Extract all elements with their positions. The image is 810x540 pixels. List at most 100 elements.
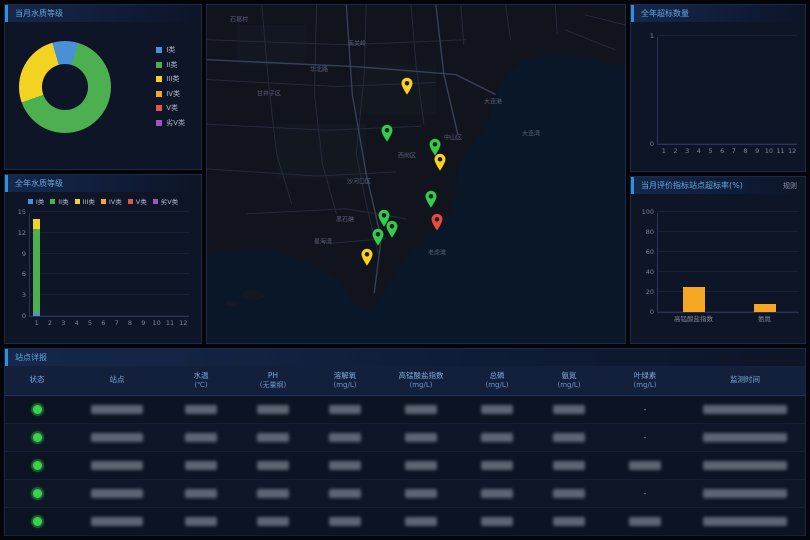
y-axis-tick: 9 xyxy=(10,250,26,258)
map-pin[interactable] xyxy=(385,220,399,239)
redacted-value xyxy=(329,461,361,470)
annual-quality-bar-chart: 03691215123456789101112 xyxy=(29,213,189,317)
x-axis-tick: 5 xyxy=(83,319,96,327)
redacted-value xyxy=(405,461,437,470)
donut-legend: I类 II类 III类 IV类 V类劣V类 xyxy=(156,45,185,128)
legend-item[interactable]: III类 xyxy=(75,196,95,206)
x-axis-tick: 1 xyxy=(658,147,670,155)
legend-label: II类 xyxy=(58,196,68,206)
cell-1 xyxy=(69,396,165,423)
map-pin[interactable] xyxy=(360,248,374,267)
map-pin[interactable] xyxy=(424,190,438,209)
redacted-value xyxy=(257,489,289,498)
panel-title: 当月水质等级 xyxy=(15,8,63,19)
legend-item[interactable]: III类 xyxy=(156,74,185,84)
legend-label: III类 xyxy=(166,74,179,84)
legend-swatch xyxy=(28,199,33,204)
table-title-bar: 站点详报 xyxy=(5,349,805,366)
y-axis-tick: 12 xyxy=(10,229,26,237)
legend-item[interactable]: II类 xyxy=(50,196,68,206)
legend-label: V类 xyxy=(136,196,147,206)
legend-item[interactable]: IV类 xyxy=(156,89,185,99)
station-row[interactable]: - xyxy=(5,396,805,424)
legend-item[interactable]: 劣V类 xyxy=(156,118,185,128)
x-axis-tick: 8 xyxy=(123,319,136,327)
donut-chart[interactable] xyxy=(19,41,111,133)
map-pin[interactable] xyxy=(400,77,414,96)
panel-annual-water-quality: 全年水质等级 I类II类III类IV类V类劣V类 036912151234567… xyxy=(4,174,202,344)
status-dot-green xyxy=(33,405,42,414)
cell-8 xyxy=(605,452,685,479)
cell-8 xyxy=(605,508,685,535)
gridline xyxy=(30,315,189,316)
column-label: 水温 xyxy=(194,371,209,381)
column-label: 高锰酸盐指数 xyxy=(399,371,444,381)
cell-1 xyxy=(69,424,165,451)
panel-corner-label[interactable]: 规则 xyxy=(783,181,797,191)
redacted-value xyxy=(703,461,787,470)
column-label: 状态 xyxy=(30,375,45,385)
station-row[interactable] xyxy=(5,508,805,536)
legend-item[interactable]: I类 xyxy=(28,196,44,206)
legend-item[interactable]: V类 xyxy=(128,196,147,206)
station-row[interactable]: - xyxy=(5,480,805,508)
map-pin[interactable] xyxy=(371,228,385,247)
cell-3 xyxy=(237,508,309,535)
map-pin[interactable] xyxy=(433,153,447,172)
cell-0 xyxy=(5,396,69,423)
cell-6 xyxy=(461,424,533,451)
y-axis-tick: 20 xyxy=(638,288,654,296)
legend-label: IV类 xyxy=(166,89,180,99)
cell-3 xyxy=(237,480,309,507)
cell-0 xyxy=(5,452,69,479)
map-pin[interactable] xyxy=(380,124,394,143)
cell-2 xyxy=(165,396,237,423)
redacted-value xyxy=(405,433,437,442)
map-overlay: 石葛村南关岭华北路甘井子区大连港大连湾中山区西岗区沙河口区黑石礁星海湾老虎滩 xyxy=(207,5,625,343)
redacted-value xyxy=(481,433,513,442)
map-pin[interactable] xyxy=(430,213,444,232)
x-axis-tick: 11 xyxy=(775,147,787,155)
redacted-value xyxy=(703,433,787,442)
redacted-value xyxy=(91,517,143,526)
station-row[interactable] xyxy=(5,452,805,480)
x-axis-tick: 10 xyxy=(763,147,775,155)
x-axis-tick: 9 xyxy=(137,319,150,327)
legend-item[interactable]: IV类 xyxy=(101,196,122,206)
gridline xyxy=(30,232,189,233)
station-row[interactable]: - xyxy=(5,424,805,452)
cell-6 xyxy=(461,396,533,423)
legend-swatch xyxy=(75,199,80,204)
status-dot-green xyxy=(33,517,42,526)
cell-5 xyxy=(381,480,461,507)
cell-7 xyxy=(533,480,605,507)
yearbar-legend: I类 II类 III类 IV类 V类劣V类 xyxy=(5,196,201,206)
legend-item[interactable]: I类 xyxy=(156,45,185,55)
redacted-value xyxy=(553,517,585,526)
redacted-value xyxy=(703,405,787,414)
map-place-label: 华北路 xyxy=(310,65,328,74)
map-panel[interactable]: 石葛村南关岭华北路甘井子区大连港大连湾中山区西岗区沙河口区黑石礁星海湾老虎滩 xyxy=(206,4,626,344)
y-axis-tick: 0 xyxy=(10,312,26,320)
cell-2 xyxy=(165,452,237,479)
map-place-label: 黑石礁 xyxy=(336,215,354,224)
redacted-value xyxy=(257,517,289,526)
cell-6 xyxy=(461,452,533,479)
legend-item[interactable]: V类 xyxy=(156,103,185,113)
cell-3 xyxy=(237,396,309,423)
y-axis-tick: 6 xyxy=(10,270,26,278)
redacted-value xyxy=(405,517,437,526)
column-unit: (mg/L) xyxy=(558,381,581,390)
column-unit: (℃) xyxy=(194,381,207,390)
column-unit: (无量纲) xyxy=(260,381,286,390)
map-place-label: 大连港 xyxy=(484,97,502,106)
gridline xyxy=(30,294,189,295)
legend-label: IV类 xyxy=(109,196,122,206)
redacted-value xyxy=(185,405,217,414)
legend-item[interactable]: 劣V类 xyxy=(153,196,178,206)
legend-item[interactable]: II类 xyxy=(156,60,185,70)
bar-氨氮 xyxy=(754,304,776,312)
legend-swatch xyxy=(156,91,162,97)
gridline xyxy=(658,231,799,232)
x-axis-tick: 1 xyxy=(30,319,43,327)
